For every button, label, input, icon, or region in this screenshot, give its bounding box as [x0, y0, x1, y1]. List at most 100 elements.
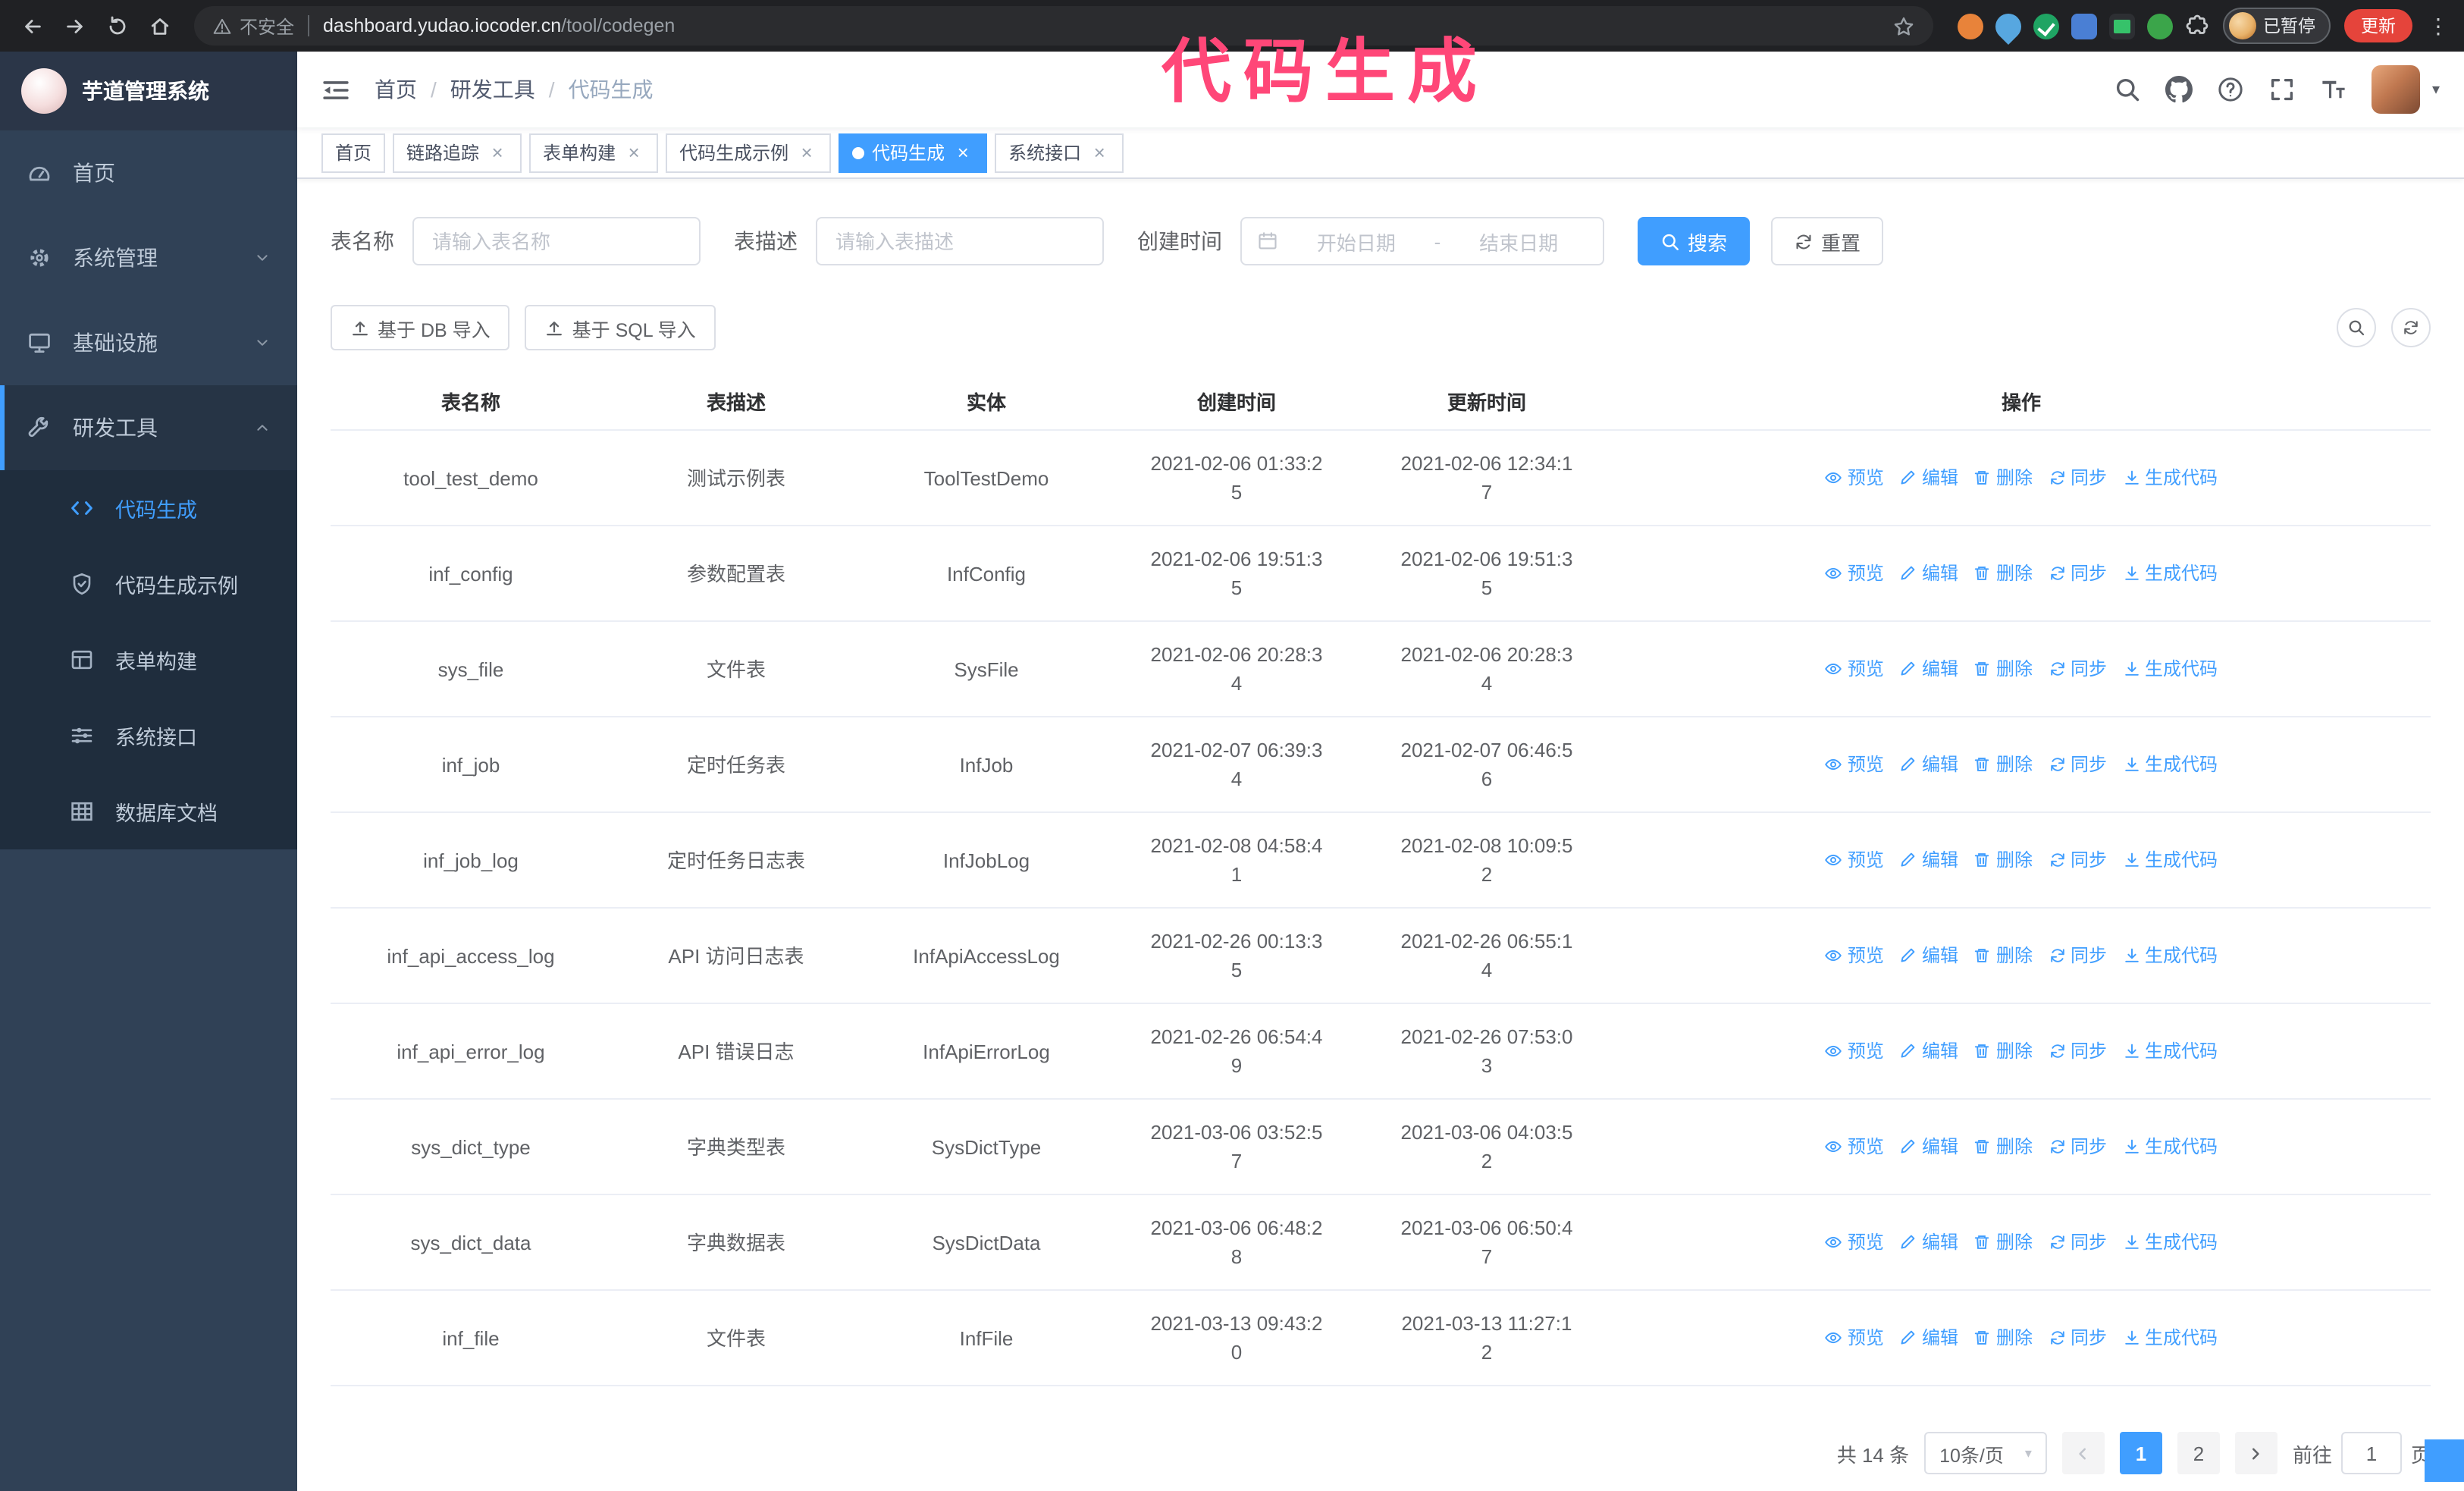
browser-profile-chip[interactable]: 已暂停 — [2222, 8, 2331, 44]
action-delete-link[interactable]: 删除 — [1973, 1228, 2033, 1257]
action-sync-link[interactable]: 同步 — [2048, 846, 2107, 874]
action-preview-link[interactable]: 预览 — [1825, 1037, 1884, 1066]
action-delete-link[interactable]: 删除 — [1973, 654, 2033, 683]
sidebar-logo[interactable]: 芋道管理系统 — [0, 52, 297, 130]
action-preview-link[interactable]: 预览 — [1825, 1228, 1884, 1257]
action-preview-link[interactable]: 预览 — [1825, 654, 1884, 683]
action-generate-link[interactable]: 生成代码 — [2122, 1228, 2218, 1257]
tag-item[interactable]: 代码生成 × — [839, 133, 988, 172]
action-sync-link[interactable]: 同步 — [2048, 559, 2107, 588]
action-edit-link[interactable]: 编辑 — [1899, 750, 1958, 779]
next-page-button[interactable] — [2234, 1432, 2277, 1474]
action-edit-link[interactable]: 编辑 — [1899, 941, 1958, 970]
sidebar-toggle-icon[interactable] — [321, 75, 350, 104]
action-preview-link[interactable]: 预览 — [1825, 463, 1884, 492]
sidebar-item-home[interactable]: 首页 — [0, 130, 297, 215]
action-sync-link[interactable]: 同步 — [2048, 1323, 2107, 1352]
user-avatar[interactable] — [2371, 65, 2420, 114]
toggle-search-button[interactable] — [2337, 308, 2376, 347]
action-preview-link[interactable]: 预览 — [1825, 846, 1884, 874]
page-size-select[interactable]: 10条/页 ▾ — [1924, 1432, 2047, 1474]
action-delete-link[interactable]: 删除 — [1973, 1037, 2033, 1066]
home-icon[interactable] — [140, 6, 179, 46]
browser-extension-icon[interactable] — [2033, 13, 2058, 39]
breadcrumb-item[interactable]: 首页 — [375, 74, 417, 105]
browser-extension-icon[interactable] — [1989, 7, 2027, 45]
search-icon[interactable] — [2114, 76, 2141, 103]
prev-page-button[interactable] — [2061, 1432, 2105, 1474]
action-edit-link[interactable]: 编辑 — [1899, 654, 1958, 683]
action-generate-link[interactable]: 生成代码 — [2122, 463, 2218, 492]
action-edit-link[interactable]: 编辑 — [1899, 846, 1958, 874]
sidebar-item-gear[interactable]: 系统管理 — [0, 215, 297, 300]
page-button-2[interactable]: 2 — [2177, 1432, 2220, 1474]
action-sync-link[interactable]: 同步 — [2048, 1228, 2107, 1257]
action-sync-link[interactable]: 同步 — [2048, 750, 2107, 779]
sidebar-subitem-db-doc[interactable]: 数据库文档 — [0, 774, 297, 849]
browser-extension-icon[interactable] — [1957, 13, 1983, 39]
browser-extension-icon[interactable] — [2146, 13, 2172, 39]
close-icon[interactable]: × — [623, 142, 644, 163]
import-db-button[interactable]: 基于 DB 导入 — [331, 305, 510, 350]
address-bar[interactable]: 不安全 dashboard.yudao.iocoder.cn/tool/code… — [194, 6, 1933, 46]
browser-extension-icon[interactable] — [2071, 13, 2096, 39]
action-sync-link[interactable]: 同步 — [2048, 1132, 2107, 1161]
close-icon[interactable]: × — [796, 142, 817, 163]
close-icon[interactable]: × — [1089, 142, 1110, 163]
action-generate-link[interactable]: 生成代码 — [2122, 750, 2218, 779]
action-generate-link[interactable]: 生成代码 — [2122, 1132, 2218, 1161]
sidebar-subitem-code[interactable]: 代码生成 — [0, 470, 297, 546]
browser-menu-icon[interactable]: ⋮ — [2428, 13, 2449, 39]
action-delete-link[interactable]: 删除 — [1973, 559, 2033, 588]
browser-extension-icon[interactable] — [2108, 13, 2134, 39]
help-icon[interactable] — [2217, 76, 2244, 103]
action-sync-link[interactable]: 同步 — [2048, 941, 2107, 970]
action-sync-link[interactable]: 同步 — [2048, 654, 2107, 683]
reset-button[interactable]: 重置 — [1771, 217, 1884, 265]
sidebar-subitem-form[interactable]: 表单构建 — [0, 622, 297, 698]
action-generate-link[interactable]: 生成代码 — [2122, 846, 2218, 874]
action-delete-link[interactable]: 删除 — [1973, 750, 2033, 779]
action-edit-link[interactable]: 编辑 — [1899, 1132, 1958, 1161]
action-preview-link[interactable]: 预览 — [1825, 1132, 1884, 1161]
action-delete-link[interactable]: 删除 — [1973, 846, 2033, 874]
action-edit-link[interactable]: 编辑 — [1899, 559, 1958, 588]
action-delete-link[interactable]: 删除 — [1973, 1132, 2033, 1161]
back-icon[interactable] — [12, 6, 52, 46]
reload-icon[interactable] — [97, 6, 136, 46]
page-button-1[interactable]: 1 — [2119, 1432, 2162, 1474]
action-preview-link[interactable]: 预览 — [1825, 750, 1884, 779]
sidebar-subitem-example[interactable]: 代码生成示例 — [0, 546, 297, 622]
refresh-table-button[interactable] — [2391, 308, 2431, 347]
search-button[interactable]: 搜索 — [1638, 217, 1751, 265]
action-generate-link[interactable]: 生成代码 — [2122, 654, 2218, 683]
action-edit-link[interactable]: 编辑 — [1899, 1228, 1958, 1257]
action-generate-link[interactable]: 生成代码 — [2122, 1323, 2218, 1352]
table-desc-input[interactable] — [816, 217, 1104, 265]
chevron-down-icon[interactable]: ▾ — [2432, 81, 2440, 98]
import-sql-button[interactable]: 基于 SQL 导入 — [525, 305, 716, 350]
action-preview-link[interactable]: 预览 — [1825, 1323, 1884, 1352]
close-icon[interactable]: × — [487, 142, 508, 163]
action-delete-link[interactable]: 删除 — [1973, 463, 2033, 492]
date-range-picker[interactable]: 开始日期 - 结束日期 — [1240, 217, 1604, 265]
sidebar-subitem-api[interactable]: 系统接口 — [0, 698, 297, 774]
goto-page-input[interactable] — [2340, 1432, 2402, 1474]
font-size-icon[interactable] — [2320, 76, 2347, 103]
floating-widget[interactable] — [2425, 1439, 2464, 1482]
action-delete-link[interactable]: 删除 — [1973, 1323, 2033, 1352]
bookmark-star-icon[interactable] — [1892, 14, 1914, 37]
tag-item[interactable]: 链路追踪 × — [393, 133, 522, 172]
tag-item[interactable]: 首页 — [321, 133, 386, 172]
github-icon[interactable] — [2165, 76, 2193, 103]
action-preview-link[interactable]: 预览 — [1825, 559, 1884, 588]
action-edit-link[interactable]: 编辑 — [1899, 463, 1958, 492]
forward-icon[interactable] — [55, 6, 94, 46]
action-sync-link[interactable]: 同步 — [2048, 463, 2107, 492]
fullscreen-icon[interactable] — [2268, 76, 2296, 103]
action-edit-link[interactable]: 编辑 — [1899, 1037, 1958, 1066]
sidebar-item-tools[interactable]: 研发工具 — [0, 385, 297, 470]
action-edit-link[interactable]: 编辑 — [1899, 1323, 1958, 1352]
breadcrumb-item[interactable]: 研发工具 — [450, 74, 535, 105]
browser-update-button[interactable]: 更新 — [2344, 9, 2412, 42]
